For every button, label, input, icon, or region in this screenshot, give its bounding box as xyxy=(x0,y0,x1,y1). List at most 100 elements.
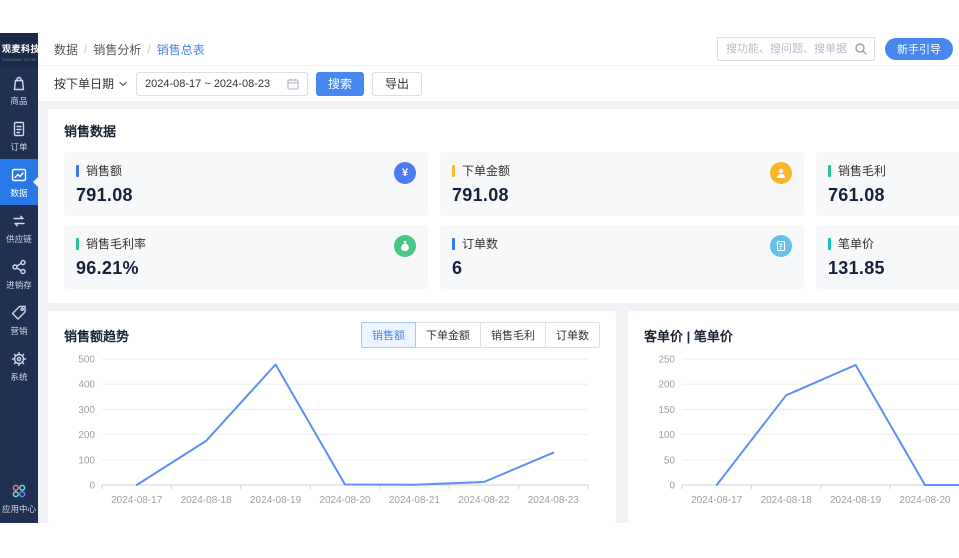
svg-text:2024-08-19: 2024-08-19 xyxy=(250,495,302,506)
date-type-dropdown[interactable]: 按下单日期 xyxy=(54,75,128,92)
metric-value: 791.08 xyxy=(452,185,509,205)
money-bag-icon xyxy=(394,235,416,257)
user-icon xyxy=(770,162,792,184)
svg-text:50: 50 xyxy=(664,455,676,466)
metric-card-order-amount: 下单金额 791.08 xyxy=(440,152,804,216)
brand-name: 观麦科技 xyxy=(2,44,41,54)
breadcrumb-sales-summary: 销售总表 xyxy=(156,42,205,57)
svg-text:100: 100 xyxy=(78,455,95,466)
supply-chain-icon xyxy=(1,212,37,230)
metric-value: 96.21% xyxy=(76,258,139,278)
topbar-right: 新手引导 xyxy=(717,37,953,61)
metric-card-sales-amount: 销售额 ¥ 791.08 xyxy=(64,152,428,216)
svg-text:250: 250 xyxy=(658,355,675,366)
document-icon xyxy=(770,235,792,257)
sidebar-item-goods[interactable]: 商品 xyxy=(0,67,38,113)
svg-text:100: 100 xyxy=(658,430,675,441)
chevron-down-icon xyxy=(119,81,127,86)
svg-text:200: 200 xyxy=(658,380,675,391)
beginner-guide-button[interactable]: 新手引导 xyxy=(885,38,953,60)
topbar: 数据 / 销售分析 / 销售总表 新手引导 xyxy=(38,33,959,66)
sidebar-item-system[interactable]: 系统 xyxy=(0,343,38,389)
breadcrumb-sales-analysis[interactable]: 销售分析 xyxy=(93,41,141,58)
svg-text:2024-08-19: 2024-08-19 xyxy=(830,495,882,506)
accent-bar xyxy=(76,164,79,177)
svg-text:2024-08-18: 2024-08-18 xyxy=(181,495,233,506)
main-area: 数据 / 销售分析 / 销售总表 新手引导 按下单日期 2024-08-1 xyxy=(38,33,959,523)
search-button[interactable]: 搜索 xyxy=(316,71,365,96)
tab-order-amount[interactable]: 下单金额 xyxy=(415,322,481,348)
svg-text:2024-08-17: 2024-08-17 xyxy=(691,495,743,506)
sales-trend-chart-card: 销售额趋势 销售额 下单金额 销售毛利 订单数 0 100 200 300 400 500… xyxy=(48,311,616,523)
global-search-input[interactable] xyxy=(726,43,854,55)
svg-text:200: 200 xyxy=(78,430,95,441)
svg-text:2024-08-20: 2024-08-20 xyxy=(319,495,371,506)
sidebar-item-marketing[interactable]: 营销 xyxy=(0,297,38,343)
export-button[interactable]: 导出 xyxy=(372,71,423,96)
svg-text:2024-08-18: 2024-08-18 xyxy=(761,495,813,506)
accent-bar xyxy=(828,164,831,177)
tab-order-count[interactable]: 订单数 xyxy=(545,322,600,348)
tab-gross-profit[interactable]: 销售毛利 xyxy=(480,322,546,348)
sales-trend-title: 销售额趋势 xyxy=(64,328,130,344)
filterbar: 按下单日期 2024-08-17 ~ 2024-08-23 搜索 导出 xyxy=(38,66,959,101)
metric-value: 791.08 xyxy=(76,185,133,205)
trend-metric-tabs: 销售额 下单金额 销售毛利 订单数 xyxy=(361,322,600,348)
svg-text:0: 0 xyxy=(89,481,95,492)
data-icon xyxy=(1,166,37,184)
metric-card-gross-margin: 销售毛利率 96.21% xyxy=(64,225,428,289)
search-icon[interactable] xyxy=(854,42,868,56)
metric-card-order-count: 订单数 6 xyxy=(440,225,804,289)
accent-bar xyxy=(828,237,831,250)
metric-value: 761.08 xyxy=(828,185,885,205)
unit-price-chart-card: 客单价 | 笔单价 0 50 100 150 200 250 2024-08-17 2024-… xyxy=(628,311,959,523)
svg-text:400: 400 xyxy=(78,380,95,391)
unit-price-line-chart[interactable]: 0 50 100 150 200 250 2024-08-17 2024-08-18 2024-… xyxy=(644,347,959,511)
orders-icon xyxy=(1,120,37,138)
sidebar-item-supply-chain[interactable]: 供应链 xyxy=(0,205,38,251)
yuan-icon: ¥ xyxy=(394,162,416,184)
metric-value: 131.85 xyxy=(828,258,885,278)
goods-icon xyxy=(1,74,37,92)
marketing-icon xyxy=(1,304,37,322)
sales-data-section: 销售数据 销售额 ¥ 791.08 下单金额 791.08 销售毛利 761.0… xyxy=(48,109,959,303)
svg-text:2024-08-17: 2024-08-17 xyxy=(111,495,163,506)
svg-text:2024-08-21: 2024-08-21 xyxy=(389,495,441,506)
system-icon xyxy=(1,350,37,368)
accent-bar xyxy=(452,164,455,177)
content: 销售数据 销售额 ¥ 791.08 下单金额 791.08 销售毛利 761.0… xyxy=(38,101,959,523)
breadcrumb: 数据 / 销售分析 / 销售总表 xyxy=(54,41,205,58)
metric-card-per-order-value: 笔单价 131.85 xyxy=(816,225,959,289)
svg-text:0: 0 xyxy=(669,481,675,492)
unit-price-title: 客单价 | 笔单价 xyxy=(644,328,733,344)
charts-row: 销售额趋势 销售额 下单金额 销售毛利 订单数 0 100 200 300 400 500… xyxy=(48,311,959,523)
accent-bar xyxy=(452,237,455,250)
sidebar-item-orders[interactable]: 订单 xyxy=(0,113,38,159)
brand-subtitle: GUANMAI TECHNOLOGY xyxy=(2,57,36,62)
date-range-input[interactable]: 2024-08-17 ~ 2024-08-23 xyxy=(136,71,309,96)
app-window: 观麦科技 GUANMAI TECHNOLOGY 商品 订单 数据 供 xyxy=(0,33,959,523)
svg-text:2024-08-23: 2024-08-23 xyxy=(528,495,580,506)
sidebar: 观麦科技 GUANMAI TECHNOLOGY 商品 订单 数据 供 xyxy=(0,33,41,523)
calendar-icon xyxy=(287,78,299,90)
tab-sales-amount[interactable]: 销售额 xyxy=(361,322,416,348)
svg-text:300: 300 xyxy=(78,405,95,416)
svg-text:2024-08-20: 2024-08-20 xyxy=(899,495,951,506)
svg-text:500: 500 xyxy=(78,355,95,366)
sales-data-title: 销售数据 xyxy=(64,124,117,139)
app-center-icon xyxy=(1,482,37,500)
svg-text:150: 150 xyxy=(658,405,675,416)
svg-text:2024-08-22: 2024-08-22 xyxy=(458,495,510,506)
sales-trend-line-chart[interactable]: 0 100 200 300 400 500 2024-08-17 2024-08-18 2024… xyxy=(64,347,600,511)
metric-value: 6 xyxy=(452,258,463,278)
sidebar-item-data[interactable]: 数据 xyxy=(0,159,38,205)
inventory-icon xyxy=(1,258,37,276)
sidebar-item-app-center[interactable]: 应用中心 xyxy=(0,476,38,523)
sidebar-item-inventory[interactable]: 进销存 xyxy=(0,251,38,297)
metric-grid: 销售额 ¥ 791.08 下单金额 791.08 销售毛利 761.08 销售毛… xyxy=(64,152,959,289)
breadcrumb-data[interactable]: 数据 xyxy=(54,41,78,58)
brand-logo: 观麦科技 GUANMAI TECHNOLOGY xyxy=(0,33,41,67)
global-search[interactable] xyxy=(717,37,875,61)
metric-card-gross-profit: 销售毛利 761.08 xyxy=(816,152,959,216)
